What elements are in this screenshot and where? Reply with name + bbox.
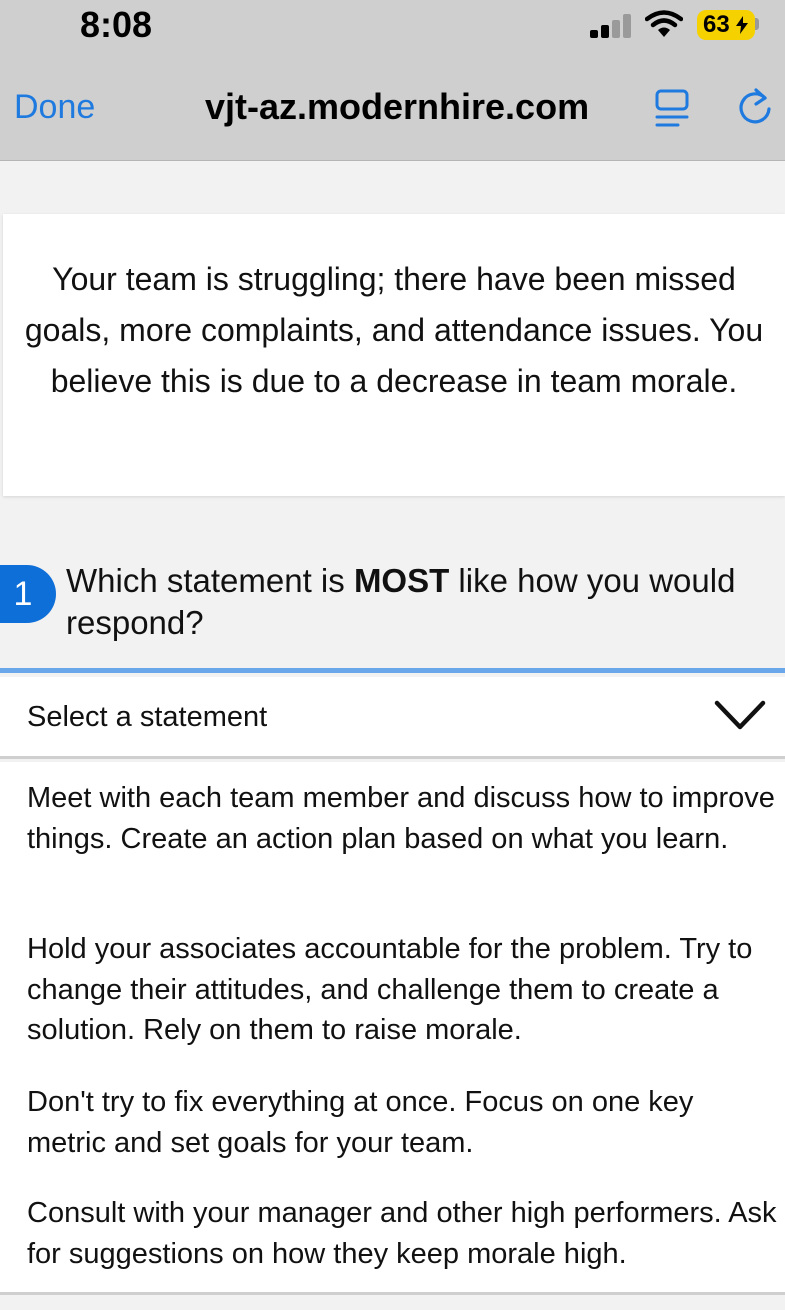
statement-options-list: Meet with each team member and discuss h… (0, 762, 785, 1295)
done-button[interactable]: Done (14, 88, 95, 127)
question-prompt: Which statement is MOST like how you wou… (66, 560, 776, 644)
url-label: vjt-az.modernhire.com (205, 86, 590, 127)
scenario-card: Your team is struggling; there have been… (3, 214, 785, 496)
status-bar: 8:08 63 (0, 0, 785, 52)
browser-toolbar: Done vjt-az.modernhire.com (0, 52, 785, 161)
battery-level: 63 (703, 11, 730, 38)
chevron-down-icon[interactable] (712, 697, 768, 733)
status-time: 8:08 (80, 4, 153, 45)
statement-option[interactable]: Hold your associates accountable for the… (27, 929, 777, 1051)
question-number-badge: 1 (0, 565, 56, 623)
battery-icon: 63 (697, 10, 755, 40)
reload-icon[interactable] (736, 88, 776, 128)
statement-select[interactable]: Select a statement (0, 677, 785, 759)
focus-divider (0, 668, 785, 673)
select-placeholder: Select a statement (27, 701, 268, 733)
reader-mode-icon[interactable] (654, 88, 690, 128)
question-number: 1 (13, 575, 33, 613)
question-text-emphasis: MOST (353, 562, 450, 599)
charging-bolt-icon (736, 16, 748, 34)
statement-option[interactable]: Don't try to fix everything at once. Foc… (27, 1082, 777, 1163)
wifi-icon (645, 10, 683, 37)
statement-option[interactable]: Consult with your manager and other high… (27, 1193, 777, 1274)
question-text-before: Which statement is (66, 562, 354, 599)
battery-nub (755, 18, 759, 30)
statement-option[interactable]: Meet with each team member and discuss h… (27, 778, 777, 859)
cellular-signal-icon (590, 14, 634, 38)
